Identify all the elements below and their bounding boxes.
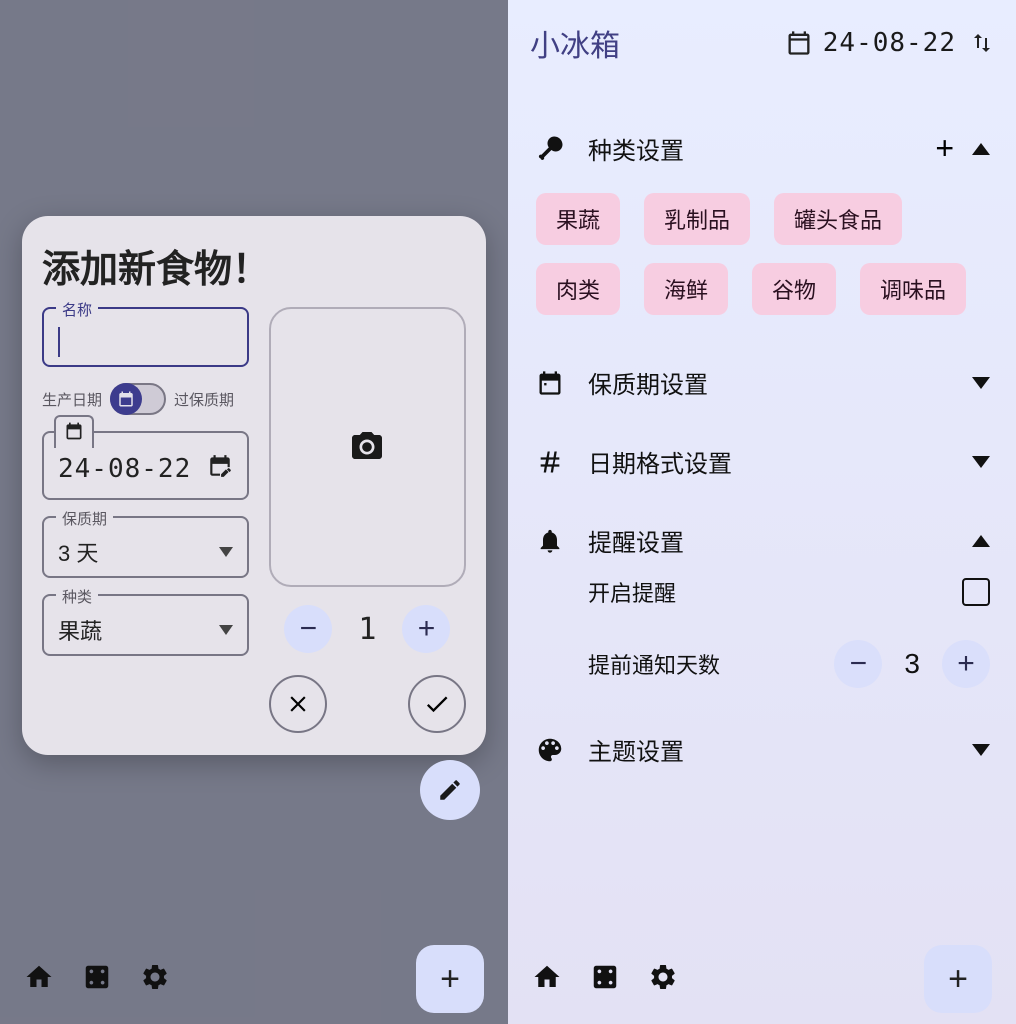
close-icon: [285, 691, 311, 717]
name-field[interactable]: 名称: [42, 307, 249, 367]
check-icon: [423, 690, 451, 718]
category-label: 种类: [56, 586, 98, 607]
left-screen: 小冰箱 24-08-22 添加新食物！ 名称 生产日期: [0, 0, 508, 1024]
toggle-label-right: 过保质期: [174, 389, 234, 410]
dialog-title: 添加新食物！: [42, 238, 466, 293]
add-category-button[interactable]: +: [935, 130, 954, 167]
section-reminder: 提醒设置 开启提醒 提前通知天数 − 3 +: [530, 501, 994, 710]
quantity-value: 1: [358, 612, 376, 647]
section-theme: 主题设置: [530, 710, 994, 789]
advance-days-value: 3: [904, 648, 920, 680]
section-header-categories[interactable]: 种类设置 +: [534, 130, 990, 167]
section-title: 提醒设置: [588, 523, 950, 558]
section-categories: 种类设置 + 果蔬乳制品罐头食品肉类海鲜谷物调味品: [530, 108, 994, 343]
chevron-down-icon[interactable]: [972, 744, 990, 756]
section-header-reminder[interactable]: 提醒设置: [534, 523, 990, 558]
category-chip[interactable]: 海鲜: [644, 263, 728, 315]
chevron-down-icon[interactable]: [972, 456, 990, 468]
drumstick-icon: [534, 134, 566, 164]
quantity-stepper: − 1 +: [269, 605, 466, 653]
category-chip[interactable]: 果蔬: [536, 193, 620, 245]
advance-plus-button[interactable]: +: [942, 640, 990, 688]
date-mode-switch[interactable]: [110, 383, 166, 415]
dice-icon[interactable]: [82, 962, 112, 997]
chevron-down-icon: [219, 547, 233, 557]
date-field[interactable]: 24-08-22: [42, 431, 249, 500]
header-date[interactable]: 24-08-22: [785, 28, 956, 58]
switch-knob: [110, 383, 142, 415]
add-food-dialog: 添加新食物！ 名称 生产日期 过保质期: [22, 216, 486, 755]
edit-fab[interactable]: [420, 760, 480, 820]
calendar-icon: [785, 29, 813, 57]
section-shelf-life: 保质期设置: [530, 343, 994, 422]
quantity-plus-button[interactable]: +: [402, 605, 450, 653]
section-date-format: 日期格式设置: [530, 422, 994, 501]
chevron-down-icon[interactable]: [972, 377, 990, 389]
palette-icon: [534, 735, 566, 765]
shelf-life-field[interactable]: 保质期 3 天: [42, 516, 249, 578]
pencil-icon: [437, 777, 463, 803]
app-title: 小冰箱: [530, 21, 771, 65]
calendar-icon: [534, 369, 566, 397]
quantity-minus-button[interactable]: −: [284, 605, 332, 653]
date-mode-toggle-row: 生产日期 过保质期: [42, 383, 249, 415]
bottom-nav: +: [508, 934, 1016, 1024]
chevron-down-icon: [219, 625, 233, 635]
advance-minus-button[interactable]: −: [834, 640, 882, 688]
reminder-advance-label: 提前通知天数: [588, 648, 720, 680]
category-chip[interactable]: 肉类: [536, 263, 620, 315]
name-label: 名称: [56, 299, 98, 320]
category-chip[interactable]: 调味品: [860, 263, 966, 315]
header: 小冰箱 24-08-22: [508, 0, 1016, 86]
section-title: 种类设置: [588, 131, 913, 166]
category-chip[interactable]: 乳制品: [644, 193, 750, 245]
right-screen: 小冰箱 24-08-22 种类设置 + 果蔬乳制品罐头食品肉: [508, 0, 1016, 1024]
section-header-theme[interactable]: 主题设置: [534, 732, 990, 767]
shelf-life-label: 保质期: [56, 508, 113, 529]
section-title: 日期格式设置: [588, 444, 950, 479]
calendar-tab-icon: [54, 415, 94, 448]
gear-icon[interactable]: [140, 962, 170, 997]
photo-button[interactable]: [269, 307, 466, 587]
section-title: 主题设置: [588, 732, 950, 767]
category-chips: 果蔬乳制品罐头食品肉类海鲜谷物调味品: [534, 167, 990, 321]
section-header-shelf[interactable]: 保质期设置: [534, 365, 990, 400]
home-icon[interactable]: [24, 962, 54, 997]
advance-days-stepper: − 3 +: [834, 640, 990, 688]
add-fab[interactable]: +: [416, 945, 484, 1013]
camera-icon: [349, 429, 385, 465]
home-icon[interactable]: [532, 962, 562, 997]
sort-icon[interactable]: [970, 31, 994, 55]
dice-icon[interactable]: [590, 962, 620, 997]
category-chip[interactable]: 罐头食品: [774, 193, 902, 245]
chevron-up-icon[interactable]: [972, 143, 990, 155]
section-title: 保质期设置: [588, 365, 950, 400]
settings-list: 种类设置 + 果蔬乳制品罐头食品肉类海鲜谷物调味品 保质期设置: [508, 96, 1016, 934]
text-caret: [58, 327, 60, 357]
section-header-datefmt[interactable]: 日期格式设置: [534, 444, 990, 479]
edit-date-icon[interactable]: [207, 453, 233, 484]
header-date-text: 24-08-22: [823, 28, 956, 58]
reminder-enable-checkbox[interactable]: [962, 578, 990, 606]
bell-icon: [534, 527, 566, 555]
cancel-button[interactable]: [269, 675, 327, 733]
toggle-label-left: 生产日期: [42, 389, 102, 410]
shelf-life-value: 3 天: [58, 536, 98, 568]
hash-icon: [534, 448, 566, 476]
reminder-enable-label: 开启提醒: [588, 576, 676, 608]
confirm-button[interactable]: [408, 675, 466, 733]
category-field[interactable]: 种类 果蔬: [42, 594, 249, 656]
date-value: 24-08-22: [58, 454, 191, 484]
chevron-up-icon[interactable]: [972, 535, 990, 547]
category-chip[interactable]: 谷物: [752, 263, 836, 315]
category-value: 果蔬: [58, 614, 102, 646]
bottom-nav: +: [0, 934, 508, 1024]
gear-icon[interactable]: [648, 962, 678, 997]
add-fab[interactable]: +: [924, 945, 992, 1013]
